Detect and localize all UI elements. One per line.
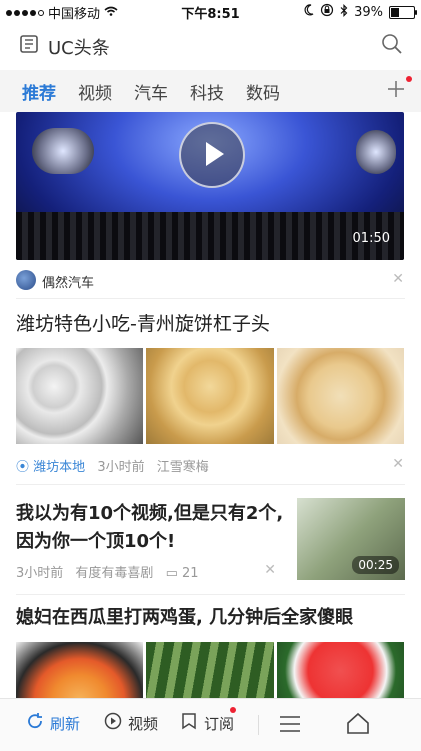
location-pin-icon: ⦿ <box>16 460 30 475</box>
source-name[interactable]: 偶然汽车 <box>42 272 94 291</box>
video-nav-label: 视频 <box>128 714 159 733</box>
article-image <box>276 642 404 698</box>
headlight-right <box>356 130 396 174</box>
video-duration: 01:50 <box>352 231 390 246</box>
app-bar: UC头条 <box>0 22 421 70</box>
play-icon[interactable] <box>179 122 245 188</box>
article-image <box>146 348 274 444</box>
bookmark-icon <box>180 712 198 734</box>
play-circle-icon <box>104 712 122 734</box>
bluetooth-icon <box>340 3 348 21</box>
status-bar: 中国移动 下午8:51 39% <box>0 0 421 22</box>
add-tab-icon[interactable] <box>385 78 407 100</box>
menu-icon[interactable] <box>278 713 302 739</box>
article-title[interactable]: 我以为有10个视频,但是只有2个,因为你一个顶10个! <box>16 500 284 556</box>
divider <box>16 484 405 485</box>
news-logo-icon <box>20 34 40 54</box>
tab-tech[interactable]: 科技 <box>190 79 224 104</box>
article-title[interactable]: 媳妇在西瓜里打两鸡蛋, 几分钟后全家傻眼 <box>16 604 404 632</box>
tab-auto[interactable]: 汽车 <box>134 79 168 104</box>
article-author[interactable]: 江雪寒梅 <box>157 460 209 475</box>
video-thumbnail-small[interactable]: 00:25 <box>297 498 405 580</box>
refresh-label: 刷新 <box>50 714 81 733</box>
refresh-icon <box>26 712 44 734</box>
category-tabs: 推荐 视频 汽车 科技 数码 <box>0 70 421 112</box>
divider <box>16 594 405 595</box>
article-meta: 3小时前 有度有毒喜剧 ▭ 21 ✕ <box>16 562 276 581</box>
video-nav-button[interactable]: 视频 <box>104 712 158 734</box>
subscribe-button[interactable]: 订阅 <box>180 712 234 734</box>
dismiss-icon[interactable]: ✕ <box>392 271 404 287</box>
refresh-button[interactable]: 刷新 <box>26 712 80 734</box>
article-image-row[interactable] <box>16 642 404 698</box>
headlight-left <box>32 128 94 174</box>
news-feed: 01:50 偶然汽车 ✕ 潍坊特色小吃-青州旋饼杠子头 ⦿ 潍坊本地 3小时前 … <box>0 112 421 698</box>
article-meta: ⦿ 潍坊本地 3小时前 江雪寒梅 ✕ <box>16 456 404 475</box>
home-icon[interactable] <box>346 711 370 739</box>
nav-divider <box>258 715 259 735</box>
comment-icon: ▭ <box>165 566 178 581</box>
car-grille <box>16 212 404 260</box>
article-image-row[interactable] <box>16 348 404 444</box>
tab-video[interactable]: 视频 <box>78 79 112 104</box>
app-title: UC头条 <box>48 38 110 59</box>
source-avatar <box>16 270 36 290</box>
dismiss-icon[interactable]: ✕ <box>392 456 404 472</box>
article-image <box>16 348 144 444</box>
article-time: 3小时前 <box>97 460 145 475</box>
article-author[interactable]: 有度有毒喜剧 <box>75 566 153 581</box>
subscribe-label: 订阅 <box>204 714 235 733</box>
search-icon[interactable] <box>381 33 403 59</box>
article-title[interactable]: 潍坊特色小吃-青州旋饼杠子头 <box>16 310 404 338</box>
new-indicator-dot <box>406 76 412 82</box>
moon-icon <box>304 4 314 20</box>
dismiss-icon[interactable]: ✕ <box>264 562 276 578</box>
video-duration: 00:25 <box>352 556 399 574</box>
rotation-lock-icon <box>320 3 334 21</box>
article-location[interactable]: 潍坊本地 <box>33 460 85 475</box>
video-thumbnail[interactable]: 01:50 <box>16 112 404 260</box>
article-image <box>146 642 274 698</box>
divider <box>16 298 405 299</box>
bottom-nav: 刷新 视频 订阅 <box>0 698 421 751</box>
battery-percent: 39% <box>354 4 383 20</box>
battery-icon <box>389 5 417 19</box>
tab-digital[interactable]: 数码 <box>246 79 280 104</box>
subscribe-badge <box>230 707 236 713</box>
comment-count: 21 <box>182 566 199 581</box>
status-right: 39% <box>304 3 417 21</box>
article-image <box>16 642 144 698</box>
article-image <box>276 348 404 444</box>
tab-recommend[interactable]: 推荐 <box>22 79 56 104</box>
article-time: 3小时前 <box>16 566 64 581</box>
video-source-row: 偶然汽车 ✕ <box>16 270 404 292</box>
